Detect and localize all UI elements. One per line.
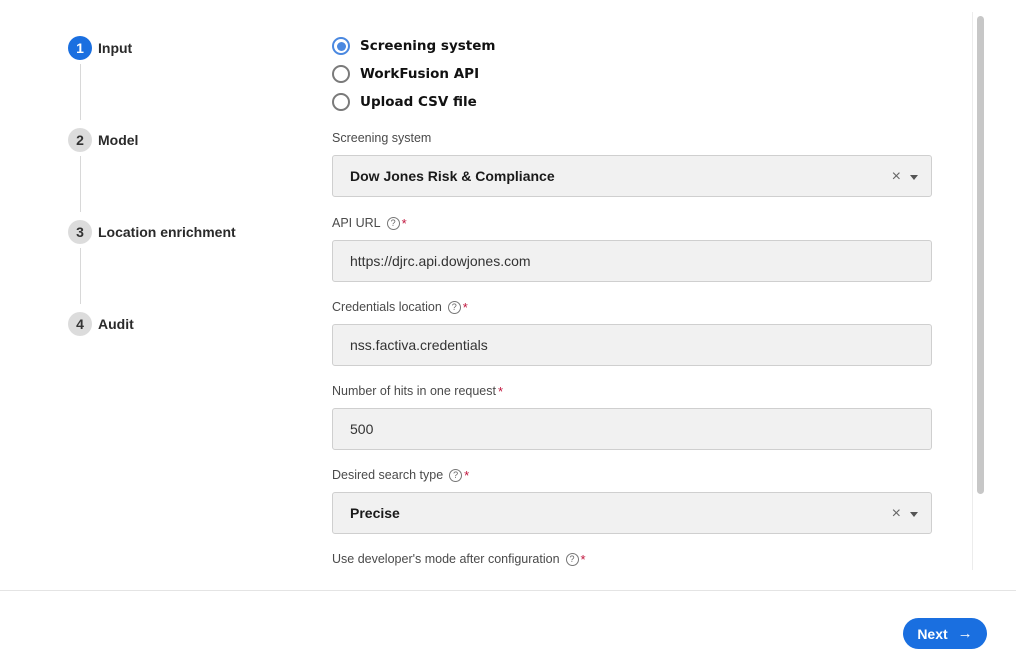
step-label: Audit xyxy=(98,316,134,332)
footer-divider xyxy=(0,590,1016,591)
step-label: Location enrichment xyxy=(98,224,236,240)
step-label: Model xyxy=(98,132,139,148)
step-connector xyxy=(80,156,81,212)
radio-unchecked-icon[interactable] xyxy=(332,65,350,83)
field-label-text: API URL xyxy=(332,216,381,230)
step-input[interactable]: 1 Input xyxy=(68,36,132,60)
form-scrollbar[interactable] xyxy=(972,12,986,570)
field-label: Credentials location ? * xyxy=(332,299,932,315)
scrollbar-thumb[interactable] xyxy=(977,16,984,494)
step-number: 3 xyxy=(68,220,92,244)
credentials-location-input[interactable]: nss.factiva.credentials xyxy=(332,324,932,366)
next-button[interactable]: Next → xyxy=(903,618,987,649)
field-label: Number of hits in one request * xyxy=(332,383,932,399)
step-audit[interactable]: 4 Audit xyxy=(68,312,134,336)
step-connector xyxy=(80,64,81,120)
field-label-text: Number of hits in one request xyxy=(332,384,496,398)
chevron-down-icon[interactable] xyxy=(910,512,918,517)
radio-label: WorkFusion API xyxy=(360,66,480,82)
field-label: Use developer's mode after configuration… xyxy=(332,551,932,567)
help-icon[interactable]: ? xyxy=(565,552,579,566)
input-value: https://djrc.api.dowjones.com xyxy=(350,253,531,269)
step-number: 4 xyxy=(68,312,92,336)
step-model[interactable]: 2 Model xyxy=(68,128,138,152)
required-marker: * xyxy=(497,383,504,399)
credentials-location-field: Credentials location ? * nss.factiva.cre… xyxy=(332,299,932,366)
radio-checked-icon[interactable] xyxy=(332,37,350,55)
help-icon[interactable]: ? xyxy=(449,468,463,482)
developer-mode-field: Use developer's mode after configuration… xyxy=(332,551,932,570)
help-icon[interactable]: ? xyxy=(447,300,461,314)
radio-label: Upload CSV file xyxy=(360,94,477,110)
clear-icon[interactable]: × xyxy=(892,505,901,523)
step-label: Input xyxy=(98,40,133,56)
help-icon[interactable]: ? xyxy=(386,216,400,230)
step-connector xyxy=(80,248,81,304)
field-label-text: Use developer's mode after configuration xyxy=(332,552,560,566)
input-value: nss.factiva.credentials xyxy=(350,337,488,353)
source-radio-group: Screening system WorkFusion API Upload C… xyxy=(332,32,932,116)
radio-upload-csv[interactable]: Upload CSV file xyxy=(332,88,932,116)
radio-label: Screening system xyxy=(360,38,496,54)
api-url-input[interactable]: https://djrc.api.dowjones.com xyxy=(332,240,932,282)
chevron-down-icon[interactable] xyxy=(910,175,918,180)
select-value: Dow Jones Risk & Compliance xyxy=(350,168,555,184)
field-label-text: Credentials location xyxy=(332,300,442,314)
next-button-label: Next xyxy=(917,625,948,642)
step-number: 2 xyxy=(68,128,92,152)
step-location-enrichment[interactable]: 3 Location enrichment xyxy=(68,220,236,244)
required-marker: * xyxy=(401,215,407,231)
screening-system-field: Screening system Dow Jones Risk & Compli… xyxy=(332,130,932,197)
required-marker: * xyxy=(580,551,586,567)
arrow-right-icon: → xyxy=(957,625,973,642)
radio-workfusion-api[interactable]: WorkFusion API xyxy=(332,60,932,88)
select-value: Precise xyxy=(350,505,400,521)
step-number: 1 xyxy=(68,36,92,60)
field-label: API URL ? * xyxy=(332,215,932,231)
hits-per-request-field: Number of hits in one request * 500 xyxy=(332,383,932,450)
search-type-field: Desired search type ? * Precise × xyxy=(332,467,932,534)
field-label-text: Screening system xyxy=(332,131,432,145)
input-form: Screening system WorkFusion API Upload C… xyxy=(332,12,932,570)
required-marker: * xyxy=(464,467,470,483)
form-scroll-area[interactable]: Screening system WorkFusion API Upload C… xyxy=(320,12,986,570)
screening-system-select[interactable]: Dow Jones Risk & Compliance × xyxy=(332,155,932,197)
api-url-field: API URL ? * https://djrc.api.dowjones.co… xyxy=(332,215,932,282)
input-value: 500 xyxy=(350,421,374,437)
radio-unchecked-icon[interactable] xyxy=(332,93,350,111)
radio-screening-system[interactable]: Screening system xyxy=(332,32,932,60)
search-type-select[interactable]: Precise × xyxy=(332,492,932,534)
hits-per-request-input[interactable]: 500 xyxy=(332,408,932,450)
required-marker: * xyxy=(462,299,468,315)
field-label: Desired search type ? * xyxy=(332,467,932,483)
clear-icon[interactable]: × xyxy=(892,168,901,186)
field-label-text: Desired search type xyxy=(332,468,444,482)
field-label: Screening system xyxy=(332,130,932,146)
